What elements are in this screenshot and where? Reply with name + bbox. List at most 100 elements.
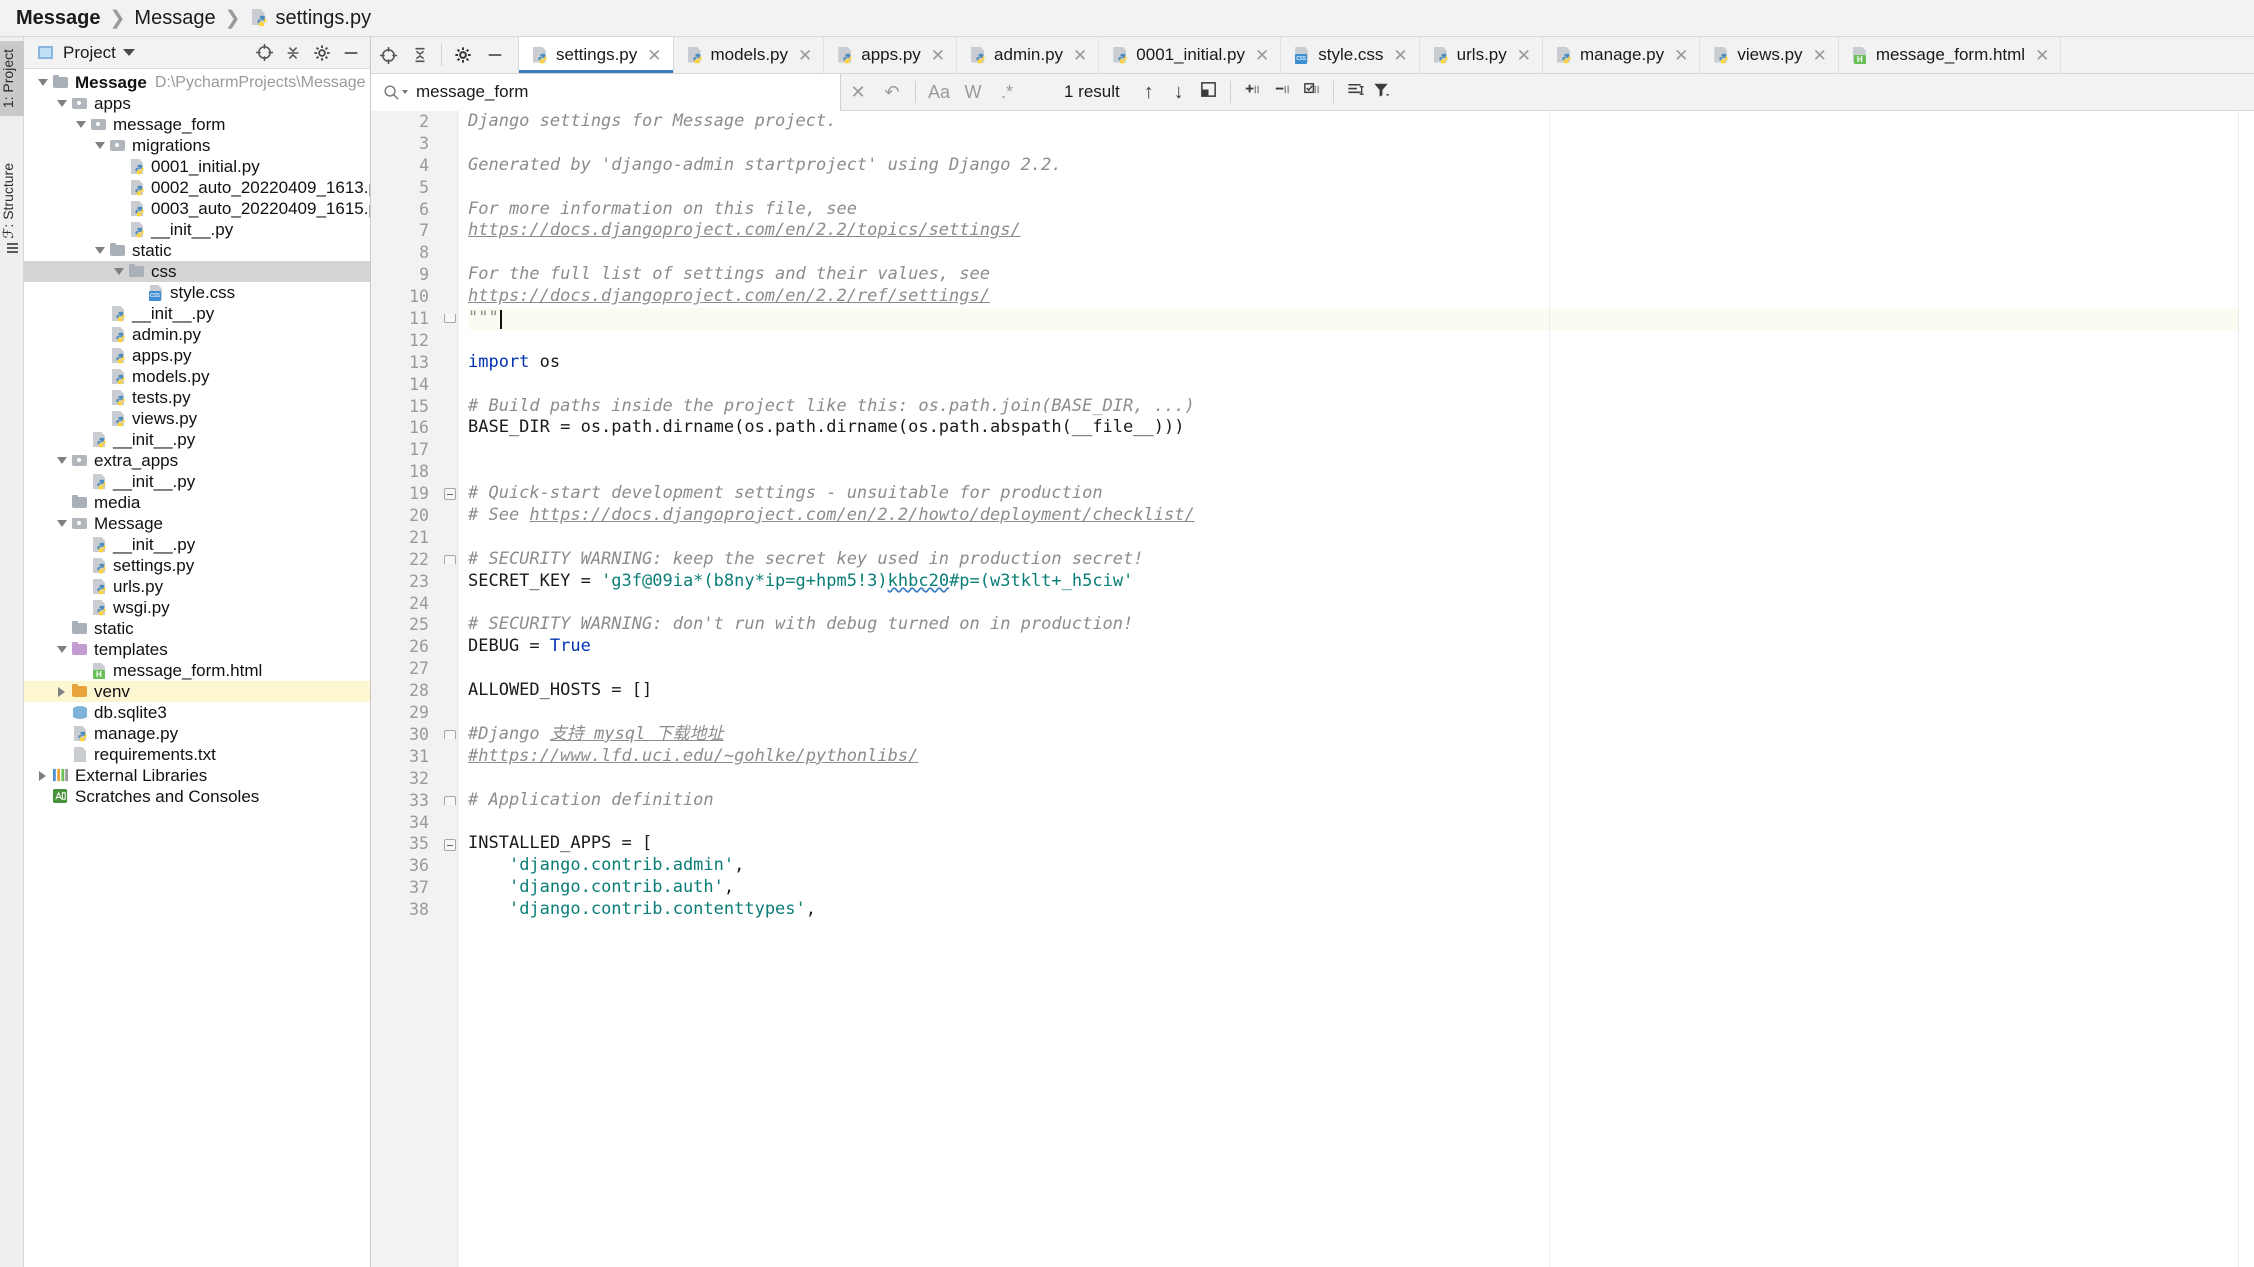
code-line[interactable]	[468, 439, 2254, 461]
chevron-down-icon[interactable]	[112, 265, 125, 278]
breadcrumb-item-project[interactable]: Message	[16, 7, 101, 30]
code-line[interactable]: ALLOWED_HOSTS = []	[468, 680, 2254, 702]
tree-node-extra-apps[interactable]: extra_apps	[24, 450, 370, 471]
chevron-right-icon[interactable]	[36, 769, 49, 782]
check-lines-icon[interactable]	[1297, 80, 1327, 105]
code-line[interactable]	[468, 593, 2254, 615]
tree-node-venv[interactable]: venv	[24, 681, 370, 702]
tree-node-scratches-and-consoles[interactable]: Scratches and Consoles	[24, 786, 370, 807]
code-line[interactable]: # Quick-start development settings - uns…	[468, 483, 2254, 505]
remove-line-icon[interactable]	[1267, 80, 1297, 105]
project-tree[interactable]: Message D:\PycharmProjects\Message apps mes…	[24, 69, 370, 1267]
gear-icon[interactable]	[452, 44, 474, 66]
clear-search-icon[interactable]: ✕	[841, 82, 875, 103]
hide-panel-icon[interactable]	[340, 42, 362, 64]
code-line[interactable]	[468, 242, 2254, 264]
tree-node-apps[interactable]: apps	[24, 93, 370, 114]
tree-node-admin-py[interactable]: admin.py	[24, 324, 370, 345]
search-icon[interactable]	[383, 84, 408, 101]
code-line[interactable]: For more information on this file, see	[468, 199, 2254, 221]
code-line[interactable]	[468, 812, 2254, 834]
tree-node-style-css[interactable]: css style.css	[24, 282, 370, 303]
select-all-occurrences-icon[interactable]	[1194, 80, 1224, 105]
tree-node-models-py[interactable]: models.py	[24, 366, 370, 387]
close-icon[interactable]: ✕	[795, 47, 812, 64]
code-line[interactable]: 'django.contrib.contenttypes',	[468, 899, 2254, 921]
editor-tab-apps-py[interactable]: apps.py ✕	[824, 37, 958, 73]
chevron-down-icon[interactable]	[36, 76, 49, 89]
tree-node-message[interactable]: Message D:\PycharmProjects\Message	[24, 72, 370, 93]
fold-marker-icon[interactable]	[444, 730, 456, 740]
tool-tab-project[interactable]: 1: Project	[0, 41, 24, 117]
chevron-down-icon[interactable]	[55, 454, 68, 467]
tree-node-views-py[interactable]: views.py	[24, 408, 370, 429]
chevron-down-icon[interactable]	[74, 118, 87, 131]
editor-tab-0001-initial-py[interactable]: 0001_initial.py ✕	[1099, 37, 1282, 73]
search-input-wrapper[interactable]: message_form	[371, 73, 841, 111]
code-line[interactable]	[468, 330, 2254, 352]
match-case-toggle[interactable]: Aa	[922, 82, 956, 103]
code-line[interactable]: INSTALLED_APPS = [	[468, 833, 2254, 855]
tree-node-static[interactable]: static	[24, 240, 370, 261]
chevron-down-icon[interactable]	[55, 643, 68, 656]
code-line[interactable]	[468, 658, 2254, 680]
tree-node-message-form-html[interactable]: Hmessage_form.html	[24, 660, 370, 681]
gear-icon[interactable]	[311, 42, 333, 64]
code-line[interactable]: Django settings for Message project.	[468, 111, 2254, 133]
tree-node-settings-py[interactable]: settings.py	[24, 555, 370, 576]
tree-node-migrations[interactable]: migrations	[24, 135, 370, 156]
tree-node-message[interactable]: Message	[24, 513, 370, 534]
close-icon[interactable]: ✕	[1514, 47, 1531, 64]
code-line[interactable]: # Application definition	[468, 790, 2254, 812]
chevron-down-icon[interactable]	[93, 244, 106, 257]
code-line[interactable]: Generated by 'django-admin startproject'…	[468, 155, 2254, 177]
breadcrumb-item-module[interactable]: Message	[134, 7, 215, 30]
code-line[interactable]: # See https://docs.djangoproject.com/en/…	[468, 505, 2254, 527]
code-line[interactable]: #Django 支持 mysql 下载地址	[468, 724, 2254, 746]
editor-tab-urls-py[interactable]: urls.py ✕	[1420, 37, 1543, 73]
tree-node--init-py[interactable]: __init__.py	[24, 429, 370, 450]
chevron-right-icon[interactable]	[55, 685, 68, 698]
close-icon[interactable]: ✕	[1671, 47, 1688, 64]
tree-node-0002-auto-20220409-1613-py[interactable]: 0002_auto_20220409_1613.py	[24, 177, 370, 198]
tree-node-apps-py[interactable]: apps.py	[24, 345, 370, 366]
chevron-down-icon[interactable]	[93, 139, 106, 152]
code-line[interactable]: # SECURITY WARNING: don't run with debug…	[468, 614, 2254, 636]
code-line[interactable]	[468, 527, 2254, 549]
indent-icon[interactable]	[1340, 80, 1370, 105]
code-line[interactable]: BASE_DIR = os.path.dirname(os.path.dirna…	[468, 417, 2254, 439]
fold-marker-icon[interactable]	[444, 314, 456, 324]
code-line[interactable]: """	[468, 308, 2254, 330]
editor-tab-models-py[interactable]: models.py ✕	[674, 37, 825, 73]
code-line[interactable]: SECRET_KEY = 'g3f@09ia*(b8ny*ip=g+hpm5!3…	[468, 571, 2254, 593]
code-line[interactable]	[468, 133, 2254, 155]
code-line[interactable]	[468, 374, 2254, 396]
code-editor[interactable]: 2 3 4 5 6 7 8 9 10 11 12 13 14 15 16 17 18 19 20 21 22 23 24 25…	[371, 111, 2254, 1267]
collapse-icon[interactable]	[409, 44, 431, 66]
fold-marker-icon[interactable]	[444, 555, 456, 564]
next-match-icon[interactable]: ↓	[1164, 81, 1194, 104]
tree-node-templates[interactable]: templates	[24, 639, 370, 660]
code-line[interactable]: https://docs.djangoproject.com/en/2.2/to…	[468, 220, 2254, 242]
search-history-icon[interactable]: ↶	[875, 82, 909, 103]
add-line-icon[interactable]	[1237, 80, 1267, 105]
tree-node-0003-auto-20220409-1615-py[interactable]: 0003_auto_20220409_1615.py	[24, 198, 370, 219]
locate-icon[interactable]	[377, 44, 399, 66]
tool-tab-structure[interactable]: ℱ: Structure	[0, 155, 24, 247]
tree-node-static[interactable]: static	[24, 618, 370, 639]
words-toggle[interactable]: W	[956, 82, 990, 103]
code-line[interactable]	[468, 177, 2254, 199]
editor-tab-settings-py[interactable]: settings.py ✕	[519, 37, 674, 73]
code-line[interactable]	[468, 461, 2254, 483]
close-icon[interactable]: ✕	[1252, 47, 1269, 64]
minimize-icon[interactable]	[484, 44, 506, 66]
close-icon[interactable]: ✕	[928, 47, 945, 64]
tree-node--init-py[interactable]: __init__.py	[24, 534, 370, 555]
breadcrumb-item-file[interactable]: settings.py	[276, 7, 372, 30]
editor-tab-message-form-html[interactable]: Hmessage_form.html ✕	[1839, 37, 2062, 73]
close-icon[interactable]: ✕	[2032, 47, 2049, 64]
chevron-down-icon[interactable]	[55, 97, 68, 110]
fold-marker-icon[interactable]	[444, 488, 456, 501]
code-line[interactable]: # SECURITY WARNING: keep the secret key …	[468, 549, 2254, 571]
close-icon[interactable]: ✕	[1390, 47, 1407, 64]
